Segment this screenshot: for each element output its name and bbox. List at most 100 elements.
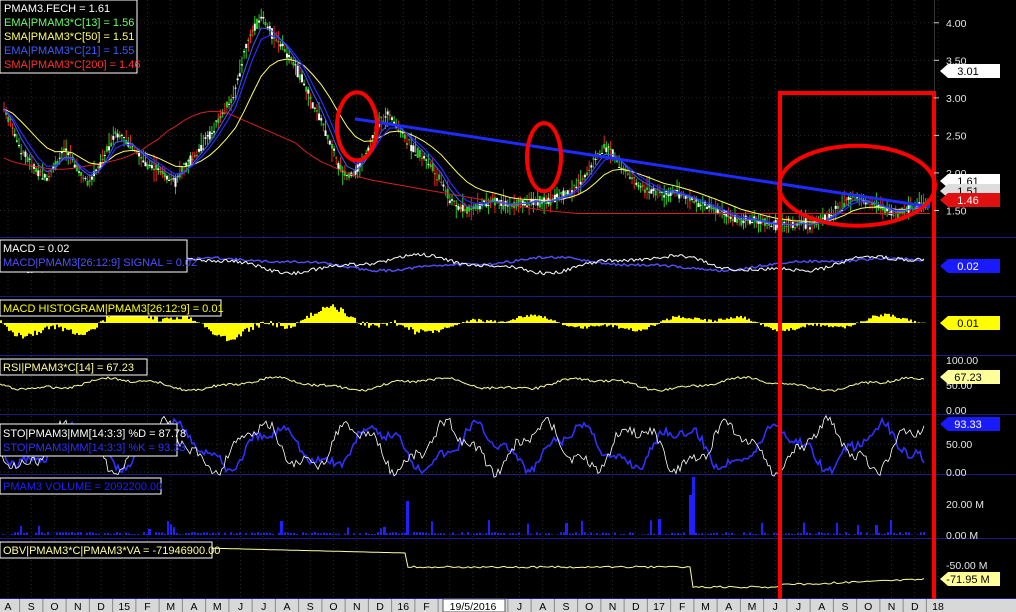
macd-histogram-bar — [446, 323, 448, 328]
volume-bar — [368, 533, 370, 535]
macd-histogram-bar — [382, 323, 384, 324]
macd-histogram-bar — [528, 316, 530, 323]
date-axis-month: A — [725, 601, 732, 612]
price-candle-body — [153, 168, 156, 170]
macd-histogram-bar — [870, 318, 872, 323]
macd-histogram-bar — [586, 323, 588, 329]
price-candle-body — [466, 206, 468, 214]
price-candle-body — [247, 39, 250, 42]
volume-bar — [116, 532, 118, 535]
macd-histogram-bar — [10, 323, 12, 331]
date-axis-month: J — [517, 601, 522, 612]
macd-histogram-bar — [440, 323, 442, 330]
macd-histogram-bar — [230, 323, 232, 340]
price-candle-body — [172, 178, 175, 180]
macd-histogram-bar — [572, 323, 574, 327]
macd-histogram-bar — [582, 323, 584, 329]
price-candle-body — [770, 225, 773, 227]
macd-histogram-bar — [304, 318, 306, 323]
macd-histogram-bar — [462, 321, 464, 323]
macd-histogram-bar — [512, 319, 514, 323]
volume-bar — [113, 533, 115, 535]
volume-bar — [824, 533, 826, 535]
macd-histogram-bar — [784, 323, 786, 332]
volume-bar — [599, 534, 601, 535]
macd-histogram-bar — [664, 320, 666, 323]
volume-bar — [653, 533, 655, 535]
macd-legend-entry: MACD|PMAM3[26:12:9] SIGNAL = 0.02 — [3, 257, 197, 269]
price-candle-body — [774, 219, 777, 231]
volume-axis-label: 20.00 M — [946, 499, 984, 511]
price-candle-body — [108, 146, 111, 151]
volume-bar — [119, 533, 121, 535]
macd-histogram-bar — [80, 323, 82, 335]
price-candle-body — [423, 156, 426, 159]
technical-chart[interactable]: PMAM3.FECH = 1.61 EMA|PMAM3*C[13] = 1.56 S… — [0, 0, 1016, 612]
volume-bar — [452, 532, 454, 535]
macd-histogram-bar — [320, 310, 322, 323]
macd-histogram-bar — [866, 320, 868, 323]
macd-histogram-bar — [330, 306, 332, 323]
date-axis-month: J — [796, 601, 801, 612]
macd-histogram-bar — [618, 323, 620, 329]
price-candle-body — [461, 204, 464, 212]
macd-histogram-bar — [810, 323, 812, 325]
volume-bar — [200, 533, 202, 535]
macd-histogram-bar — [844, 323, 846, 329]
price-candle-body — [185, 162, 188, 166]
value-marker-text: 1.46 — [957, 195, 978, 207]
volume-bar — [857, 524, 859, 535]
macd-histogram-bar — [18, 323, 20, 333]
price-candle-body — [97, 166, 100, 169]
volume-bar — [764, 532, 766, 535]
volume-bar — [71, 532, 73, 535]
macd-histogram-bar — [818, 323, 820, 324]
price-candle-body — [238, 73, 241, 77]
macd-histogram-bar — [376, 323, 378, 326]
price-candle-body — [847, 197, 850, 200]
macd-histogram-bar — [16, 323, 18, 337]
volume-bar — [224, 532, 226, 535]
price-candle-body — [626, 173, 629, 175]
price-candle-body — [418, 149, 421, 158]
macd-histogram-bar — [366, 322, 368, 323]
macd-histogram-bar — [666, 318, 668, 323]
price-candle-body — [58, 157, 61, 159]
volume-bar — [431, 521, 433, 535]
volume-bar — [410, 534, 412, 535]
macd-histogram-bar — [588, 323, 590, 327]
macd-histogram-bar — [644, 323, 646, 330]
macd-histogram-bar — [610, 323, 612, 325]
volume-bar — [188, 533, 190, 535]
price-candle-body — [699, 204, 702, 206]
price-candle-body — [663, 195, 666, 198]
rsi-legend-entry: RSI|PMAM3*C[14] = 67.23 — [3, 362, 134, 374]
volume-bar — [815, 533, 817, 535]
macd-histogram-bar — [218, 323, 220, 335]
volume-bar — [695, 532, 697, 535]
volume-bar — [545, 533, 547, 535]
date-axis-month: O — [50, 601, 58, 612]
volume-bar — [668, 534, 670, 535]
macd-histogram-bar — [718, 318, 720, 323]
macd-histogram-bar — [30, 323, 32, 335]
volume-bar — [755, 533, 757, 535]
volume-bar — [278, 532, 280, 535]
price-candle-body — [751, 222, 754, 224]
macd-histogram-bar — [64, 323, 66, 328]
volume-bar — [494, 532, 496, 535]
volume-bar — [167, 520, 169, 535]
macd-histogram-bar — [740, 315, 742, 323]
macd-histogram-bar — [838, 323, 840, 327]
macd-histogram-bar — [12, 323, 14, 333]
macd-histogram-bar — [824, 323, 826, 326]
volume-bar — [647, 534, 649, 535]
volume-bar — [323, 532, 325, 535]
price-candle-body — [828, 213, 831, 218]
volume-bar — [401, 533, 403, 535]
price-candle-body — [305, 86, 308, 92]
volume-bar — [308, 534, 310, 535]
price-candle-body — [650, 189, 653, 194]
price-candle-body — [80, 171, 83, 176]
volume-bar — [905, 532, 907, 535]
